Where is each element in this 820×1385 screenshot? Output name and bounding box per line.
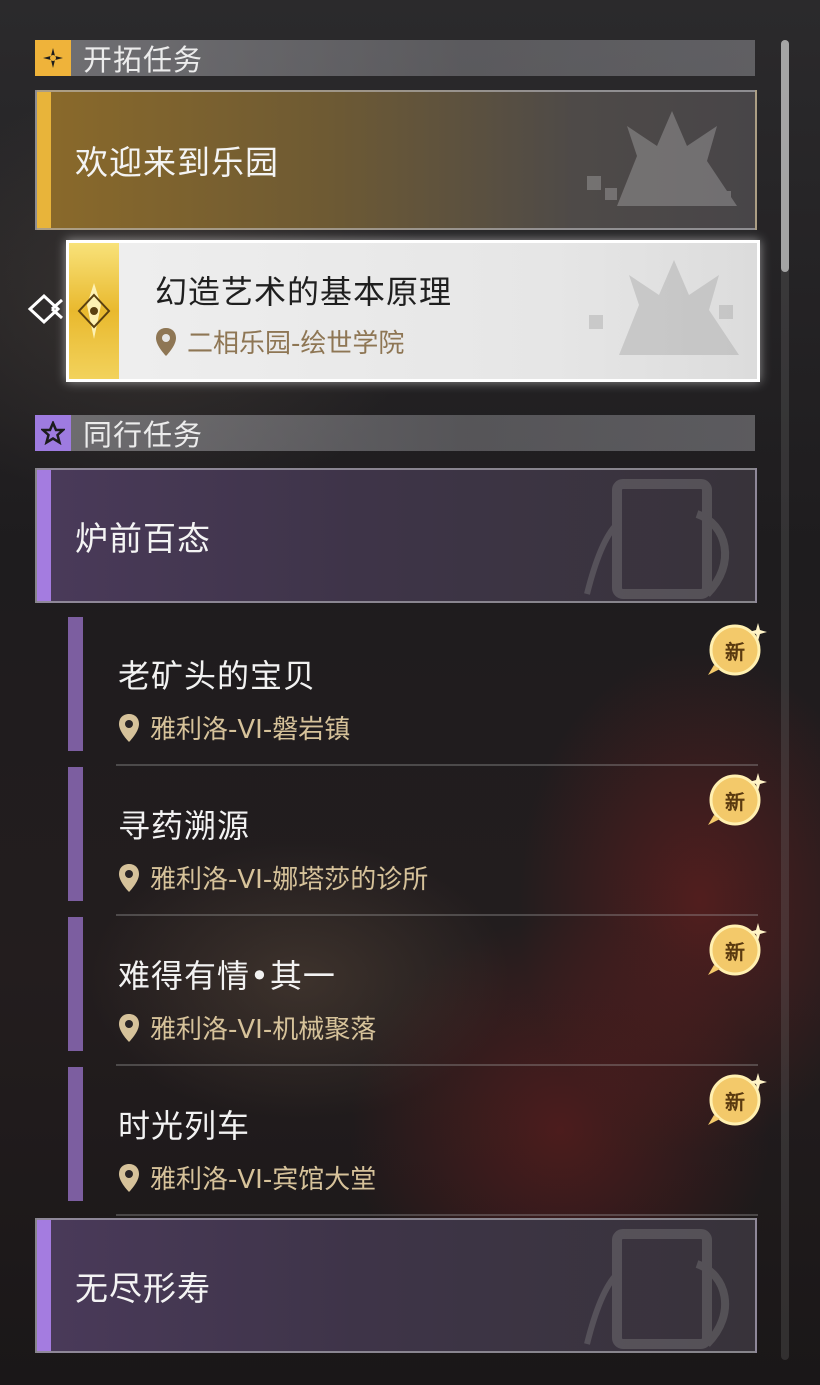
new-badge-label: 新	[725, 939, 745, 964]
new-badge-label: 新	[725, 639, 745, 664]
section-header-companion: 同行任务	[35, 415, 755, 452]
quest-location: 二相乐园-绘世学院	[155, 323, 404, 360]
quest-location-text: 二相乐园-绘世学院	[187, 329, 405, 359]
quest-title: 时光列车	[118, 1107, 251, 1145]
quest-location-text: 雅利洛-VI-磐岩镇	[150, 715, 351, 745]
divider	[116, 914, 758, 916]
chapter-title: 欢迎来到乐园	[75, 143, 279, 182]
quest-location-text: 雅利洛-VI-娜塔莎的诊所	[150, 865, 429, 895]
quest-accent-bar	[68, 617, 83, 751]
chapter-card-forge[interactable]: 炉前百态	[35, 468, 757, 603]
chapter-card-welcome[interactable]: 欢迎来到乐园	[35, 90, 757, 230]
location-pin-icon	[119, 1013, 139, 1042]
quest-card-selected[interactable]: 幻造艺术的基本原理 二相乐园-绘世学院	[66, 240, 760, 382]
tracking-arrow-icon	[27, 293, 64, 325]
location-pin-icon	[156, 327, 176, 356]
list-item-quest[interactable]: 老矿头的宝贝 雅利洛-VI-磐岩镇 新	[68, 617, 767, 767]
location-pin-icon	[119, 863, 139, 892]
quest-location: 雅利洛-VI-娜塔莎的诊所	[118, 859, 428, 896]
quest-title: 寻药溯源	[118, 807, 251, 845]
new-badge: 新	[708, 773, 767, 831]
dragon-emblem-icon	[587, 111, 737, 206]
book-quill-emblem-icon	[584, 479, 729, 599]
section-header-trailblaze: 开拓任务	[35, 40, 755, 77]
section-title: 开拓任务	[83, 43, 204, 77]
chapter-accent-bar	[37, 470, 51, 601]
quest-location-text: 雅利洛-VI-机械聚落	[150, 1015, 377, 1045]
divider	[116, 1064, 758, 1066]
quest-location: 雅利洛-VI-宾馆大堂	[118, 1159, 376, 1196]
list-item-quest[interactable]: 时光列车 雅利洛-VI-宾馆大堂 新	[68, 1067, 767, 1217]
divider	[116, 1214, 758, 1216]
quest-accent-bar	[68, 917, 83, 1051]
trailblaze-quest-icon	[77, 283, 111, 339]
quest-location-text: 雅利洛-VI-宾馆大堂	[150, 1165, 377, 1195]
star-icon	[35, 415, 71, 451]
chapter-accent-bar	[37, 92, 51, 228]
quest-location: 雅利洛-VI-机械聚落	[118, 1009, 376, 1046]
chapter-card-endless[interactable]: 无尽形寿	[35, 1218, 757, 1353]
new-badge: 新	[708, 923, 767, 981]
quest-type-strip	[69, 243, 119, 379]
location-pin-icon	[119, 713, 139, 742]
list-item-quest[interactable]: 寻药溯源 雅利洛-VI-娜塔莎的诊所 新	[68, 767, 767, 917]
quest-location: 雅利洛-VI-磐岩镇	[118, 709, 350, 746]
quest-title: 幻造艺术的基本原理	[155, 273, 453, 311]
new-badge: 新	[708, 1073, 767, 1131]
book-quill-emblem-icon	[584, 1229, 729, 1349]
trailblaze-icon	[35, 40, 71, 76]
quest-accent-bar	[68, 767, 83, 901]
section-title: 同行任务	[83, 418, 204, 452]
chapter-title: 炉前百态	[75, 518, 211, 558]
new-badge-label: 新	[725, 1089, 745, 1114]
new-badge-label: 新	[725, 789, 745, 814]
scrollbar-thumb[interactable]	[781, 40, 789, 272]
dragon-emblem-icon	[589, 260, 739, 355]
list-item-quest[interactable]: 难得有情•其一 雅利洛-VI-机械聚落 新	[68, 917, 767, 1067]
quest-title: 老矿头的宝贝	[118, 657, 317, 695]
chapter-accent-bar	[37, 1220, 51, 1351]
quest-accent-bar	[68, 1067, 83, 1201]
new-badge: 新	[708, 623, 767, 681]
chapter-title: 无尽形寿	[75, 1268, 211, 1308]
quest-title: 难得有情•其一	[118, 957, 336, 995]
location-pin-icon	[119, 1163, 139, 1192]
divider	[116, 764, 758, 766]
